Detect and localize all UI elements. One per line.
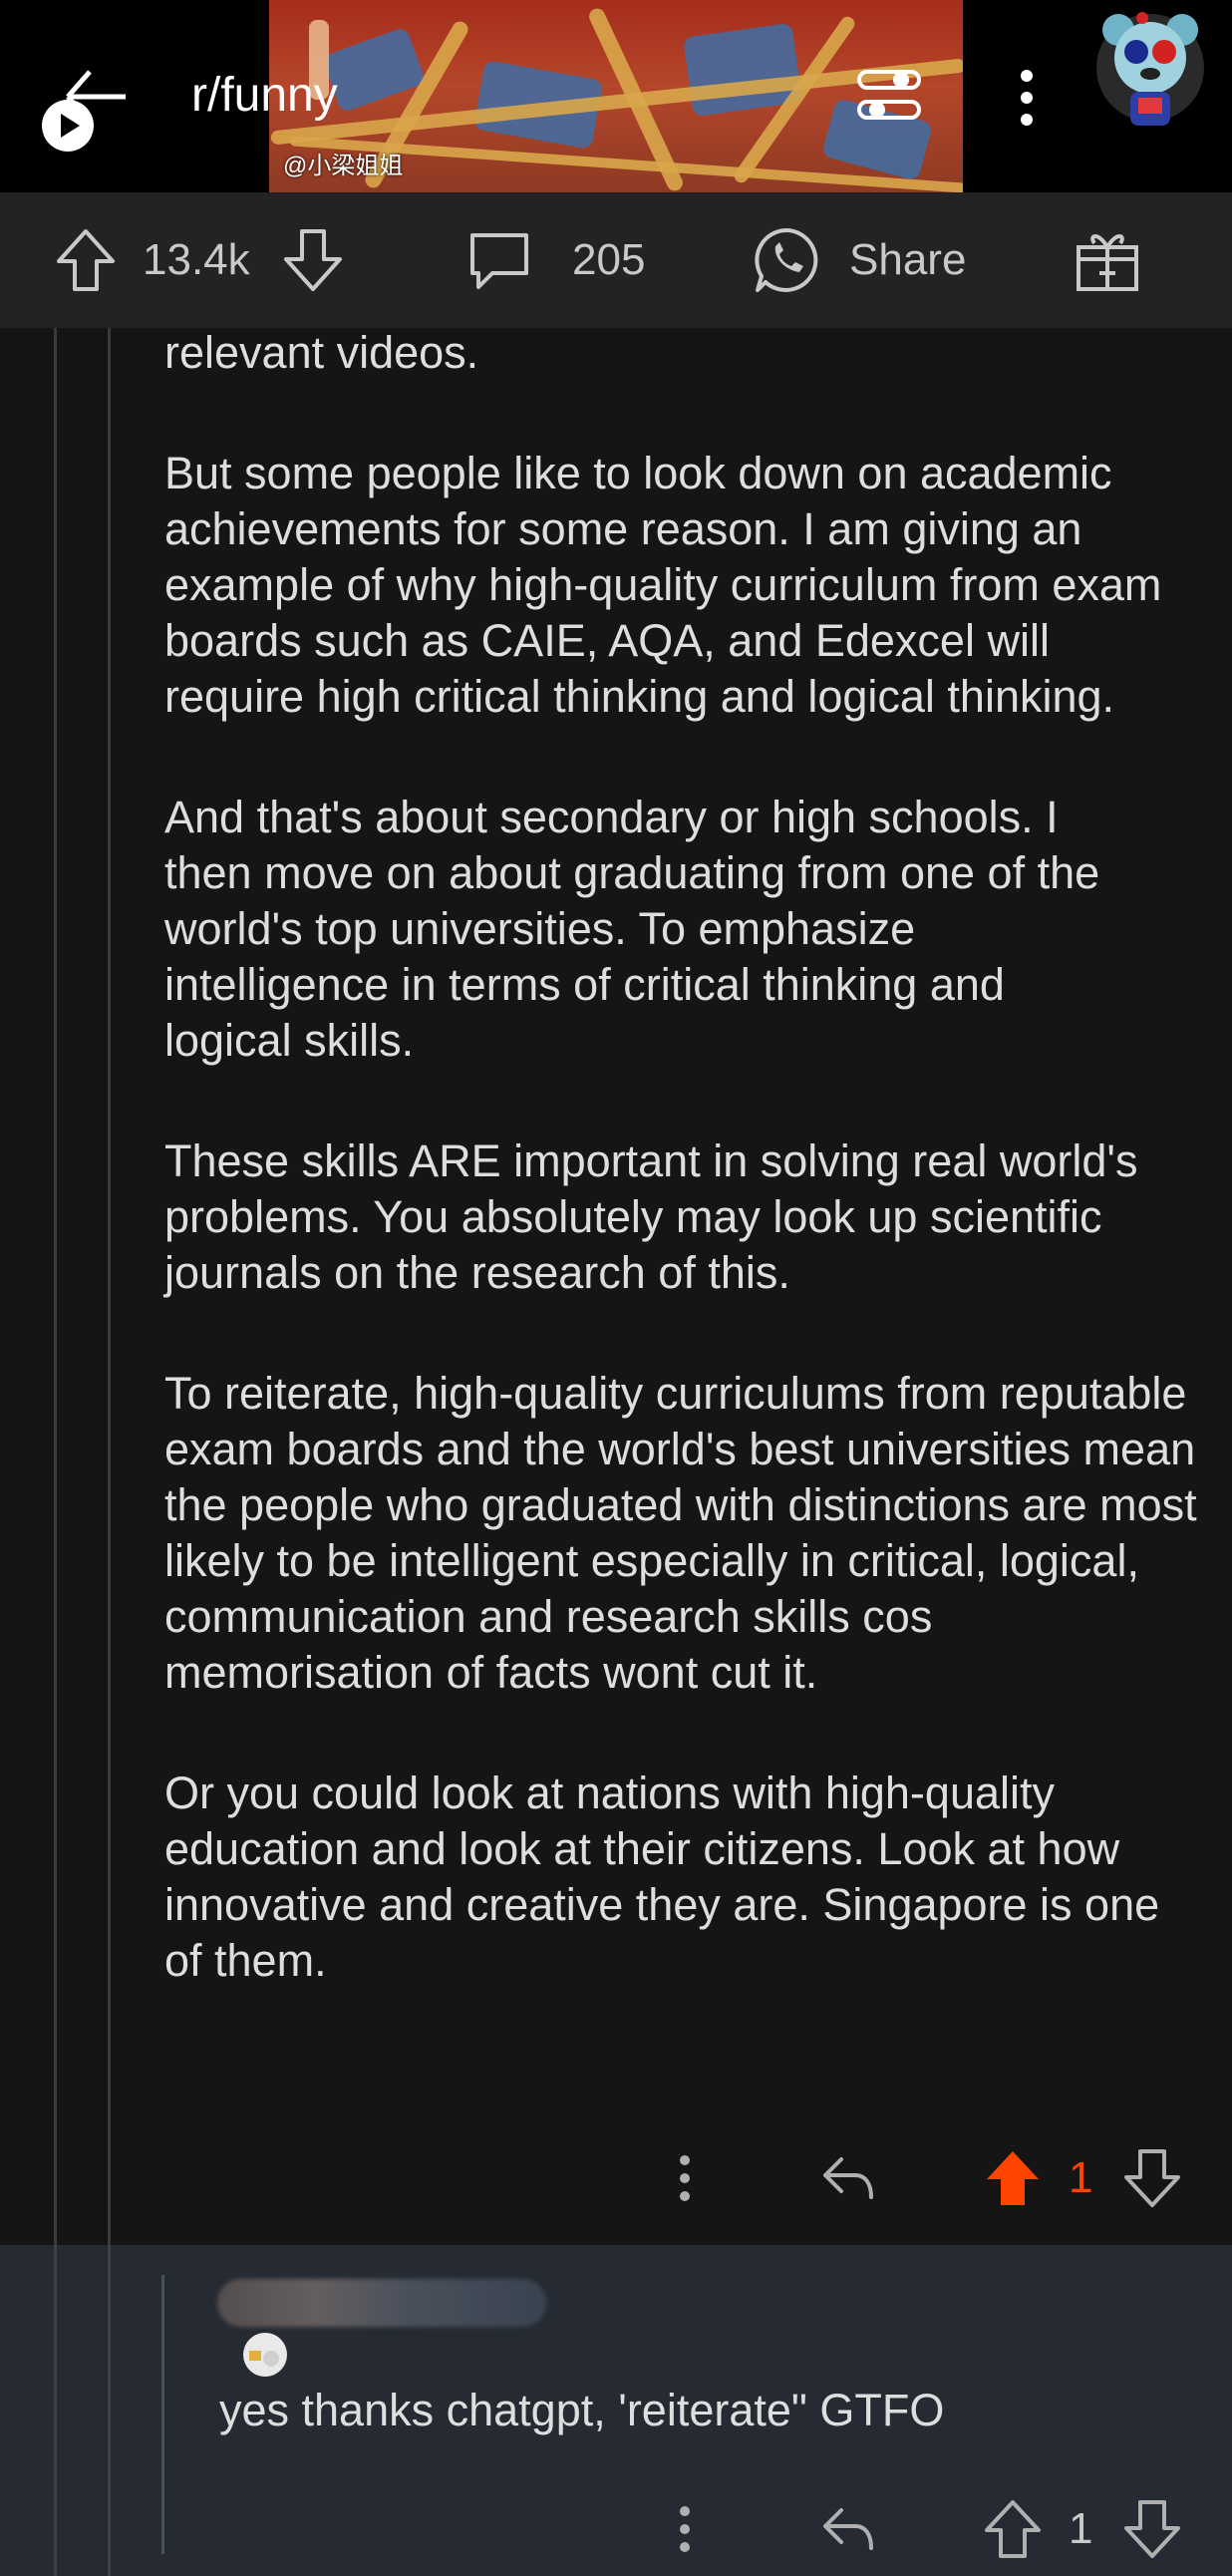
filter-icon [857, 70, 921, 120]
reply-reply-button[interactable] [819, 2489, 875, 2569]
reply-more-button[interactable] [670, 2489, 700, 2569]
comment-vote-count: 1 [1069, 2153, 1093, 2202]
upvote-count: 13.4k [143, 235, 250, 284]
top-bar: @小梁姐姐 r/funny [0, 0, 1232, 192]
reply-comment: yes thanks chatgpt, 'reiterate" GTFO 1 [0, 2245, 1232, 2576]
comment-paragraph: These skills ARE important in solving re… [164, 1135, 1138, 1298]
more-options-icon [680, 2506, 690, 2552]
comment-body: relevant videos. But some people like to… [164, 325, 1201, 2054]
subreddit-name[interactable]: r/funny [191, 68, 338, 123]
upvote-button[interactable] [55, 192, 117, 328]
reply-icon [823, 2157, 873, 2199]
thread-line[interactable] [54, 328, 57, 2245]
filter-button[interactable] [855, 66, 925, 126]
back-button[interactable] [38, 64, 128, 154]
upvote-icon [985, 2500, 1041, 2558]
reply-avatar[interactable] [239, 2329, 291, 2381]
reply-author-redacted [217, 2279, 546, 2327]
upvote-icon [987, 2151, 1039, 2205]
comment-paragraph: relevant videos. [164, 327, 479, 378]
comment-upvote-button[interactable] [985, 2138, 1041, 2218]
downvote-button[interactable] [282, 192, 344, 328]
downvote-icon [1124, 2149, 1180, 2207]
thread-line[interactable] [108, 328, 111, 2245]
more-options-icon [1021, 70, 1033, 126]
reply-text: yes thanks chatgpt, 'reiterate" GTFO [219, 2385, 945, 2435]
more-options-button[interactable] [1007, 66, 1047, 136]
post-action-bar: 13.4k 205 Share [0, 192, 1232, 328]
downvote-icon [284, 229, 342, 291]
comments-button[interactable] [466, 192, 532, 328]
comment-actions: 1 [0, 2138, 1232, 2218]
reply-actions: 1 [0, 2489, 1232, 2569]
comment-paragraph: To reiterate, high-quality curriculums f… [164, 1368, 1197, 1698]
back-arrow-icon [42, 70, 126, 152]
reply-upvote-button[interactable] [985, 2489, 1041, 2569]
comment-more-button[interactable] [670, 2138, 700, 2218]
more-options-icon [680, 2155, 690, 2201]
comment-paragraph: But some people like to look down on aca… [164, 448, 1162, 722]
upvote-icon [57, 229, 115, 291]
reply-downvote-button[interactable] [1124, 2489, 1180, 2569]
reply-icon [823, 2508, 873, 2550]
award-button[interactable] [1075, 192, 1140, 328]
reply-button[interactable] [819, 2138, 875, 2218]
comment-paragraph: Or you could look at nations with high-q… [164, 1768, 1160, 1986]
downvote-icon [1124, 2500, 1180, 2558]
comment-icon [470, 233, 528, 289]
video-watermark: @小梁姐姐 [283, 153, 404, 179]
reply-vote-count: 1 [1069, 2504, 1093, 2553]
comment-paragraph: And that's about secondary or high schoo… [164, 792, 1100, 1066]
comment-downvote-button[interactable] [1124, 2138, 1180, 2218]
share-icon [755, 227, 818, 292]
user-avatar[interactable] [1094, 8, 1206, 143]
share-label[interactable]: Share [849, 192, 966, 328]
comment-count: 205 [572, 235, 646, 284]
award-icon [1077, 234, 1138, 291]
share-button[interactable] [752, 192, 823, 328]
